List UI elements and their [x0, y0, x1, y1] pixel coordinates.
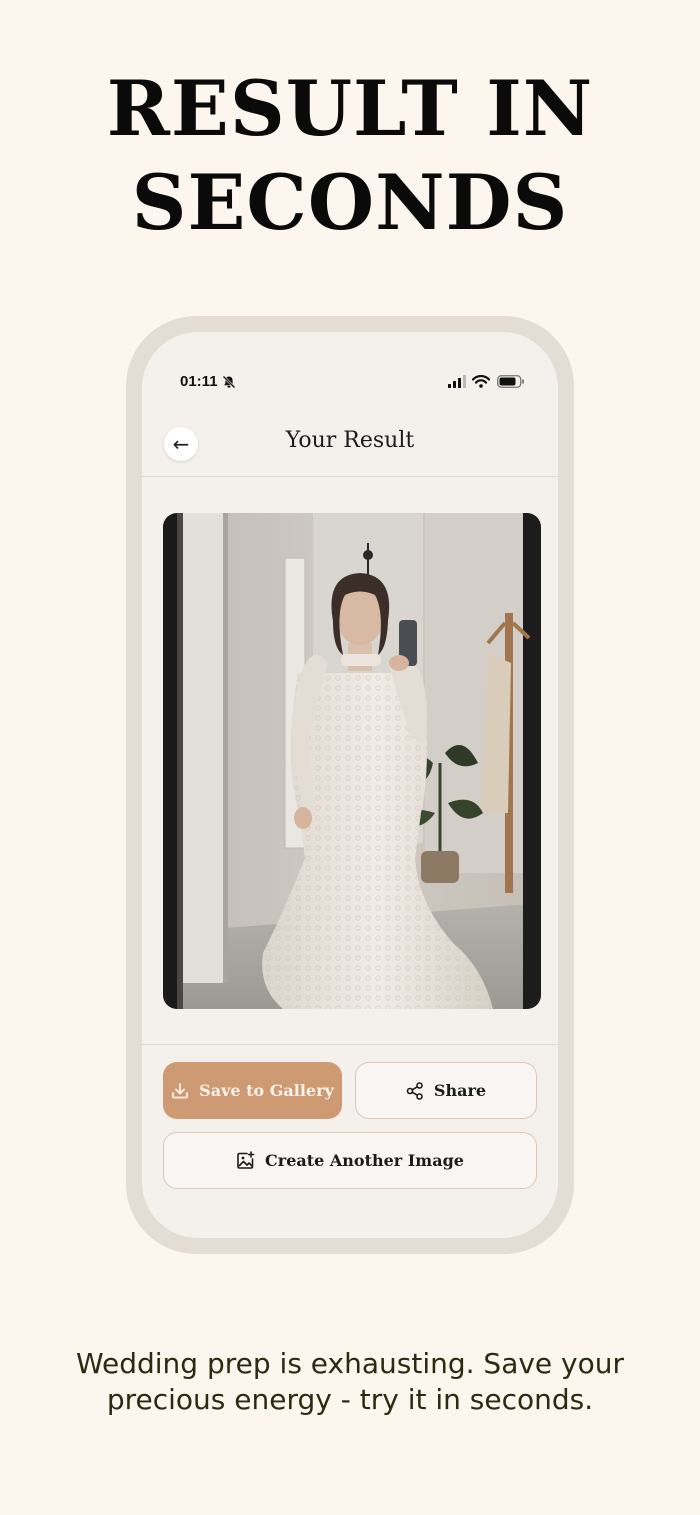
create-another-image-button[interactable]: Create Another Image [163, 1132, 537, 1189]
phone-frame: 01:11 ← Your Result Save to Gallery Shar… [126, 316, 574, 1254]
share-button[interactable]: Share [355, 1062, 537, 1119]
share-label: Share [433, 1081, 487, 1100]
headline-line-1: RESULT IN [106, 64, 594, 153]
add-image-icon [237, 1151, 255, 1169]
phone-screen: 01:11 ← Your Result Save to Gallery Shar… [142, 332, 558, 1238]
page-title: Your Result [285, 428, 415, 453]
status-icons [448, 375, 528, 389]
battery-icon [497, 375, 524, 388]
result-image [163, 513, 541, 1009]
save-to-gallery-label: Save to Gallery [199, 1081, 334, 1100]
share-icon [406, 1081, 423, 1100]
create-another-image-label: Create Another Image [265, 1151, 464, 1170]
tagline-line-1: Wedding prep is exhausting. Save your [75, 1347, 625, 1380]
download-icon [172, 1082, 189, 1098]
tagline: Wedding prep is exhausting. Save your pr… [0, 1346, 700, 1418]
headline-line-2: SECONDS [131, 158, 569, 247]
cellular-signal-icon [448, 375, 466, 388]
bell-slash-icon [222, 375, 236, 389]
tagline-line-2: precious energy - try it in seconds. [106, 1383, 594, 1416]
nav-bar: ← Your Result [142, 410, 558, 477]
status-time: 01:11 [180, 373, 218, 390]
status-bar: 01:11 [142, 332, 558, 402]
headline: RESULT IN SECONDS [0, 62, 700, 250]
wifi-icon [472, 375, 490, 388]
divider [142, 1044, 558, 1045]
save-to-gallery-button[interactable]: Save to Gallery [163, 1062, 342, 1119]
wedding-dress-photo [163, 513, 541, 1009]
